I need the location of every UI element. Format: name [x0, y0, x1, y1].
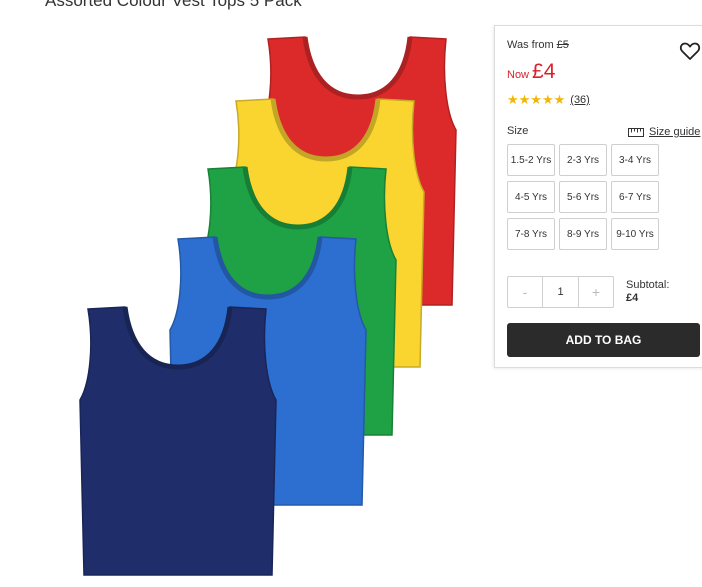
- size-guide-link[interactable]: Size guide: [628, 126, 700, 138]
- product-title: Assorted Colour Vest Tops 5 Pack: [45, 0, 302, 10]
- size-options: 1.5-2 Yrs 2-3 Yrs 3-4 Yrs 4-5 Yrs 5-6 Yr…: [507, 144, 659, 250]
- was-price: £5: [556, 39, 569, 51]
- subtotal-label: Subtotal:: [626, 279, 670, 291]
- heart-icon: [679, 42, 701, 60]
- quantity-input[interactable]: [542, 277, 579, 307]
- now-price-row: Now £4: [507, 60, 555, 84]
- size-option[interactable]: 2-3 Yrs: [559, 144, 607, 176]
- rating: ★★★★★ (36): [507, 92, 590, 108]
- star-rating-icons: ★★★★★: [507, 92, 566, 107]
- subtotal: Subtotal: £4: [626, 279, 669, 305]
- quantity-increase-button[interactable]: +: [579, 277, 613, 307]
- vest-tops-image: [79, 36, 457, 576]
- was-price-row: Was from £5: [507, 39, 569, 51]
- size-option[interactable]: 7-8 Yrs: [507, 218, 555, 250]
- add-to-bag-button[interactable]: ADD TO BAG: [507, 323, 700, 357]
- was-label: Was from: [507, 39, 554, 51]
- size-option[interactable]: 3-4 Yrs: [611, 144, 659, 176]
- purchase-panel: Was from £5 Now £4 ★★★★★ (36) Size Size gu…: [494, 25, 702, 368]
- size-option[interactable]: 6-7 Yrs: [611, 181, 659, 213]
- product-image[interactable]: [60, 25, 480, 580]
- size-guide-label: Size guide: [649, 126, 701, 138]
- now-price: £4: [532, 60, 556, 83]
- size-label: Size: [507, 125, 529, 137]
- quantity-stepper: - +: [507, 276, 614, 308]
- size-option[interactable]: 4-5 Yrs: [507, 181, 555, 213]
- size-option[interactable]: 5-6 Yrs: [559, 181, 607, 213]
- size-option[interactable]: 1.5-2 Yrs: [507, 144, 555, 176]
- wishlist-button[interactable]: [679, 40, 701, 62]
- size-option[interactable]: 8-9 Yrs: [559, 218, 607, 250]
- size-option[interactable]: 9-10 Yrs: [611, 218, 659, 250]
- ruler-icon: [628, 127, 644, 137]
- subtotal-value: £4: [626, 292, 639, 304]
- now-label: Now: [507, 69, 530, 81]
- quantity-decrease-button[interactable]: -: [508, 277, 542, 307]
- review-count-link[interactable]: (36): [570, 94, 590, 106]
